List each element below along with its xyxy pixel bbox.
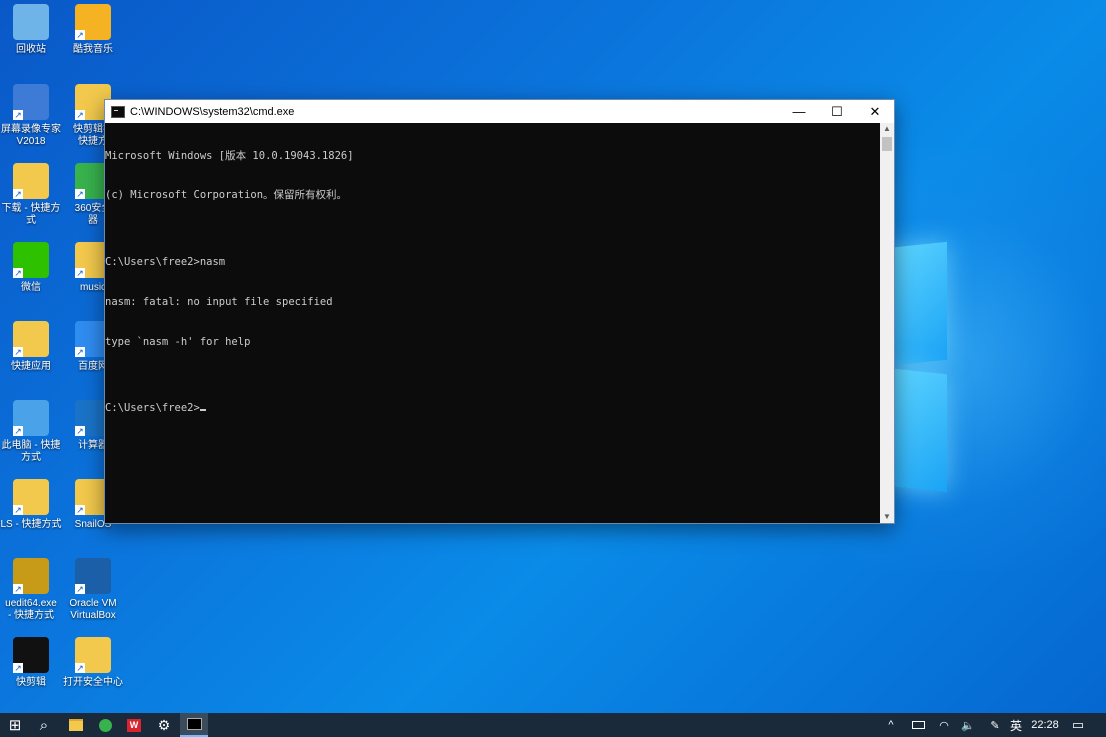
minimize-button[interactable]: — bbox=[780, 100, 818, 123]
battery-icon[interactable] bbox=[908, 713, 928, 737]
desktop-icon[interactable]: ↗ 此电脑 - 快捷 方式 bbox=[0, 400, 62, 464]
shortcut-arrow-icon: ↗ bbox=[75, 268, 85, 278]
console-line: (c) Microsoft Corporation。保留所有权利。 bbox=[105, 189, 348, 202]
this-pc-icon: ↗ bbox=[13, 400, 49, 436]
taskbar: ⊞ ⌕ W ⚙ ^ ◠ 🔈 ✎ 英 22:28 ▭ bbox=[0, 713, 1106, 737]
desktop-icon[interactable]: ↗ 下载 - 快捷方 式 bbox=[0, 163, 62, 227]
recycle-bin-icon bbox=[13, 4, 49, 40]
shortcut-arrow-icon: ↗ bbox=[13, 110, 23, 120]
wifi-icon[interactable]: ◠ bbox=[934, 713, 954, 737]
shortcut-arrow-icon: ↗ bbox=[13, 426, 23, 436]
close-button[interactable]: ✕ bbox=[856, 100, 894, 123]
volume-icon[interactable]: 🔈 bbox=[958, 713, 978, 737]
desktop-icon-label: 屏幕录像专家 V2018 bbox=[1, 124, 61, 147]
screen-recorder-icon: ↗ bbox=[13, 84, 49, 120]
start-button[interactable]: ⊞ bbox=[0, 713, 30, 737]
shortcut-arrow-icon: ↗ bbox=[75, 584, 85, 594]
console-prompt-line: C:\Users\free2> bbox=[105, 402, 880, 415]
shortcut-arrow-icon: ↗ bbox=[13, 584, 23, 594]
desktop-icon-label: uedit64.exe - 快捷方式 bbox=[5, 598, 57, 621]
console-line: nasm: fatal: no input file specified bbox=[105, 295, 333, 308]
desktop-icon[interactable]: ↗ 屏幕录像专家 V2018 bbox=[0, 84, 62, 148]
console-prompt: C:\Users\free2> bbox=[105, 402, 200, 415]
console-output[interactable]: Microsoft Windows [版本 10.0.19043.1826] (… bbox=[105, 123, 880, 523]
shortcut-arrow-icon: ↗ bbox=[75, 110, 85, 120]
shortcut-arrow-icon: ↗ bbox=[13, 189, 23, 199]
file-explorer-icon[interactable] bbox=[62, 713, 90, 737]
shortcut-arrow-icon: ↗ bbox=[75, 347, 85, 357]
desktop-icon-label: 此电脑 - 快捷 方式 bbox=[1, 440, 61, 463]
cmd-taskbar-icon[interactable] bbox=[180, 713, 208, 737]
desktop-icon-label: LS - 快捷方式 bbox=[0, 519, 62, 530]
cmd-icon bbox=[111, 105, 125, 118]
cmd-window[interactable]: C:\WINDOWS\system32\cmd.exe — ☐ ✕ Micros… bbox=[104, 99, 895, 524]
console-line: C:\Users\free2>nasm bbox=[105, 255, 226, 268]
notification-center-icon[interactable]: ▭ bbox=[1066, 713, 1090, 737]
shortcut-arrow-icon: ↗ bbox=[13, 268, 23, 278]
scroll-up-arrow-icon[interactable]: ▲ bbox=[880, 123, 894, 135]
shortcut-arrow-icon: ↗ bbox=[13, 663, 23, 673]
ls-folder-icon: ↗ bbox=[13, 479, 49, 515]
desktop-icon[interactable]: ↗ 快捷应用 bbox=[0, 321, 62, 373]
shortcut-arrow-icon: ↗ bbox=[75, 30, 85, 40]
desktop-icon-label: 酷我音乐 bbox=[73, 44, 113, 55]
shortcut-arrow-icon: ↗ bbox=[75, 189, 85, 199]
clock[interactable]: 22:28 bbox=[1028, 713, 1062, 737]
security-center-folder-icon: ↗ bbox=[75, 637, 111, 673]
desktop-icon[interactable]: ↗ 打开安全中心 bbox=[62, 637, 124, 689]
window-title: C:\WINDOWS\system32\cmd.exe bbox=[130, 105, 295, 118]
virtualbox-icon: ↗ bbox=[75, 558, 111, 594]
shortcut-arrow-icon: ↗ bbox=[75, 426, 85, 436]
desktop-icon-label: 微信 bbox=[21, 282, 41, 293]
console-line: Microsoft Windows [版本 10.0.19043.1826] bbox=[105, 149, 354, 162]
shortcut-arrow-icon: ↗ bbox=[75, 663, 85, 673]
pen-ink-icon[interactable]: ✎ bbox=[985, 713, 1005, 737]
desktop-icon[interactable]: ↗ LS - 快捷方式 bbox=[0, 479, 62, 531]
desktop-icon[interactable]: ↗ 酷我音乐 bbox=[62, 4, 124, 56]
shortcuts-folder-icon: ↗ bbox=[13, 321, 49, 357]
desktop-icon-label: 快捷应用 bbox=[11, 361, 51, 372]
vertical-scrollbar[interactable]: ▲ ▼ bbox=[880, 123, 894, 523]
desktop-icon-label: 回收站 bbox=[16, 44, 46, 55]
desktop-icon[interactable]: ↗ uedit64.exe - 快捷方式 bbox=[0, 558, 62, 622]
desktop-icon[interactable]: ↗ Oracle VM VirtualBox bbox=[62, 558, 124, 622]
desktop-icon[interactable]: ↗ 微信 bbox=[0, 242, 62, 294]
search-icon[interactable]: ⌕ bbox=[30, 713, 58, 737]
wps-icon[interactable]: W bbox=[120, 713, 148, 737]
input-method-indicator[interactable]: 英 bbox=[1006, 713, 1026, 737]
scroll-thumb[interactable] bbox=[882, 137, 892, 151]
console-line: type `nasm -h' for help bbox=[105, 335, 251, 348]
desktop-icon-label: 快剪辑 bbox=[16, 677, 46, 688]
show-hidden-icons-chevron-icon[interactable]: ^ bbox=[882, 713, 900, 737]
downloads-folder-icon: ↗ bbox=[13, 163, 49, 199]
wechat-icon: ↗ bbox=[13, 242, 49, 278]
maximize-button[interactable]: ☐ bbox=[818, 100, 856, 123]
desktop-icon[interactable]: ↗ 快剪辑 bbox=[0, 637, 62, 689]
desktop-icon-label: 下载 - 快捷方 式 bbox=[1, 203, 61, 226]
shortcut-arrow-icon: ↗ bbox=[75, 505, 85, 515]
kuaijianji-app-icon: ↗ bbox=[13, 637, 49, 673]
desktop-icon[interactable]: 回收站 bbox=[0, 4, 62, 56]
text-cursor bbox=[199, 409, 206, 412]
360-browser-icon[interactable] bbox=[91, 713, 119, 737]
cmd-titlebar[interactable]: C:\WINDOWS\system32\cmd.exe — ☐ ✕ bbox=[105, 100, 894, 123]
kuwo-music-icon: ↗ bbox=[75, 4, 111, 40]
desktop-icon-label: Oracle VM VirtualBox bbox=[69, 598, 117, 621]
shortcut-arrow-icon: ↗ bbox=[13, 347, 23, 357]
scroll-down-arrow-icon[interactable]: ▼ bbox=[880, 511, 894, 523]
ultraedit-icon: ↗ bbox=[13, 558, 49, 594]
shortcut-arrow-icon: ↗ bbox=[13, 505, 23, 515]
desktop-icon-label: 打开安全中心 bbox=[63, 677, 123, 688]
settings-icon[interactable]: ⚙ bbox=[150, 713, 178, 737]
